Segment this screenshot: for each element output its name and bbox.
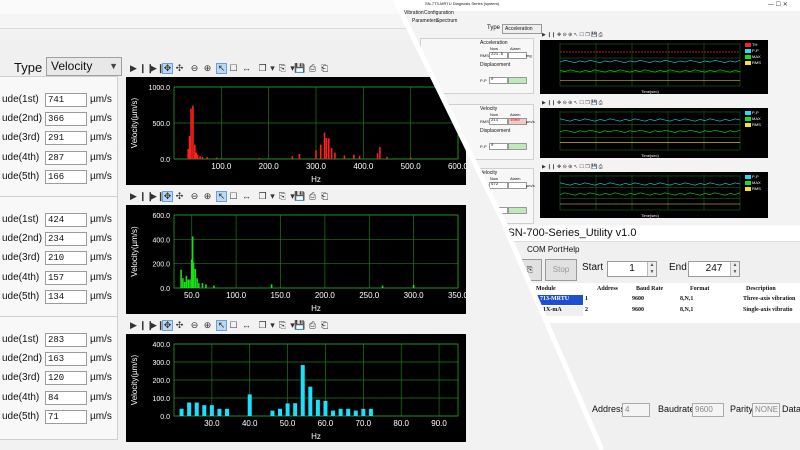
window-edges [392,0,800,450]
